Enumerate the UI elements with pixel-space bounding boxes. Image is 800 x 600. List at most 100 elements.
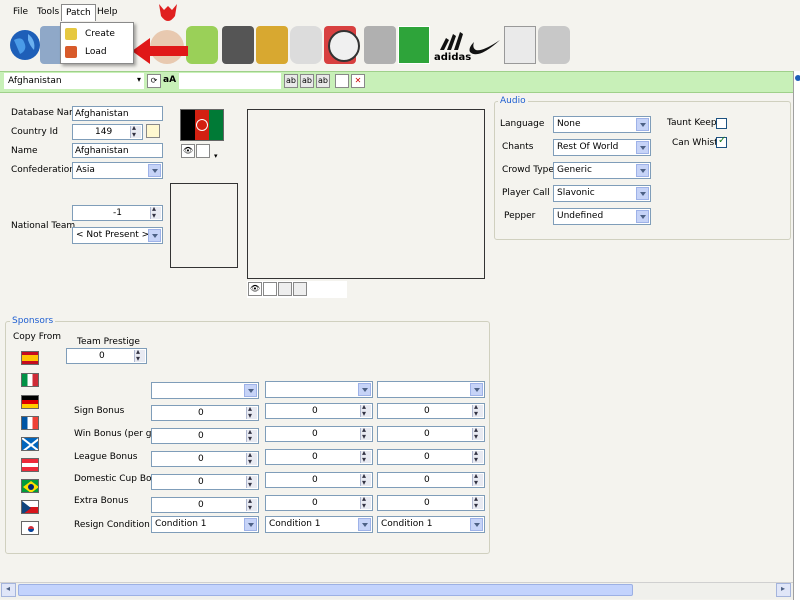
extra-bonus-stepper-1[interactable]: 0	[151, 496, 259, 513]
spin-buttons[interactable]	[246, 496, 257, 512]
new-doc-icon[interactable]	[335, 74, 349, 88]
menu-tools[interactable]: Tools	[33, 4, 63, 20]
national-team-select[interactable]: < Not Present >	[72, 227, 163, 244]
domestic-cup-bonus-stepper-1[interactable]: 0	[151, 473, 259, 490]
win-bonus-stepper-2[interactable]: 0	[265, 425, 373, 442]
spin-buttons[interactable]	[246, 404, 257, 420]
search-field[interactable]	[179, 73, 281, 89]
spin-buttons[interactable]	[360, 425, 371, 441]
adidas-icon[interactable]: adidas	[434, 30, 471, 64]
can-whistle-checkbox[interactable]	[716, 135, 727, 148]
country-id-stepper[interactable]: 149	[72, 123, 143, 140]
spin-buttons[interactable]	[472, 471, 483, 487]
spin-buttons[interactable]	[246, 473, 257, 489]
spin-buttons[interactable]	[134, 347, 145, 363]
scotland-flag-icon[interactable]	[21, 437, 39, 451]
globe-icon[interactable]	[8, 28, 42, 62]
import-image-icon[interactable]	[263, 282, 277, 296]
spin-buttons[interactable]	[130, 123, 141, 139]
france-flag-icon[interactable]	[21, 416, 39, 430]
spin-buttons[interactable]	[246, 427, 257, 443]
germany-flag-icon[interactable]	[21, 395, 39, 409]
import-image-icon[interactable]	[196, 144, 210, 158]
sign-bonus-stepper-2[interactable]: 0	[265, 402, 373, 419]
national-team-id-stepper[interactable]: -1	[72, 204, 163, 221]
korea-flag-icon[interactable]	[21, 521, 39, 535]
name-field[interactable]: Afghanistan	[72, 143, 163, 158]
right-side-panel[interactable]	[793, 71, 800, 600]
rename-icon[interactable]: ⟳	[147, 74, 161, 88]
spain-flag-icon[interactable]	[21, 351, 39, 365]
language-select[interactable]: None	[553, 116, 651, 133]
ball-icon[interactable]	[328, 30, 360, 62]
menu-patch[interactable]: Patch	[61, 4, 96, 21]
league-bonus-stepper-3[interactable]: 0	[377, 448, 485, 465]
pitch-icon[interactable]	[398, 26, 430, 64]
sponsor-select-1[interactable]	[151, 382, 259, 399]
spin-buttons[interactable]	[246, 450, 257, 466]
view-icon[interactable]: 👁	[181, 144, 195, 158]
red-figure-icon[interactable]	[155, 2, 181, 28]
delete-doc-icon[interactable]: ✕	[351, 74, 365, 88]
chants-select[interactable]: Rest Of World	[553, 139, 651, 156]
sponsor-select-2[interactable]	[265, 381, 373, 398]
menu-file[interactable]: File	[9, 4, 32, 20]
view-icon[interactable]: 👁	[248, 282, 262, 296]
domestic-cup-bonus-stepper-2[interactable]: 0	[265, 471, 373, 488]
extra-bonus-stepper-3[interactable]: 0	[377, 494, 485, 511]
menu-help[interactable]: Help	[93, 4, 122, 20]
database-name-field[interactable]: Afghanistan	[72, 106, 163, 121]
collapse-icon[interactable]	[795, 75, 800, 81]
resign-condition-select-1[interactable]: Condition 1	[151, 516, 259, 533]
gamepad-icon[interactable]	[290, 26, 322, 64]
taunt-keeper-checkbox[interactable]	[716, 118, 727, 129]
abc-icon-1[interactable]: ab	[284, 74, 298, 88]
team-prestige-stepper[interactable]: 0	[66, 347, 147, 364]
czech-flag-icon[interactable]	[21, 500, 39, 514]
domestic-cup-bonus-stepper-3[interactable]: 0	[377, 471, 485, 488]
spin-buttons[interactable]	[472, 425, 483, 441]
spin-buttons[interactable]	[360, 494, 371, 510]
gauge-icon[interactable]	[186, 26, 218, 64]
spin-buttons[interactable]	[150, 204, 161, 220]
scroll-left-button[interactable]: ◂	[1, 583, 16, 597]
brazil-flag-icon[interactable]	[21, 479, 39, 493]
note-icon[interactable]	[146, 124, 160, 138]
spin-buttons[interactable]	[360, 448, 371, 464]
trophies-icon[interactable]	[256, 26, 288, 64]
league-bonus-stepper-2[interactable]: 0	[265, 448, 373, 465]
more-chevron-icon[interactable]: ▾	[214, 152, 218, 160]
pepper-select[interactable]: Undefined	[553, 208, 651, 225]
sign-bonus-stepper-1[interactable]: 0	[151, 404, 259, 421]
sponsor-select-3[interactable]	[377, 381, 485, 398]
win-bonus-stepper-3[interactable]: 0	[377, 425, 485, 442]
crowd-type-select[interactable]: Generic	[553, 162, 651, 179]
export-image-icon[interactable]	[278, 282, 292, 296]
player-call-select[interactable]: Slavonic	[553, 185, 651, 202]
goalkeeper-glove-icon[interactable]	[538, 26, 570, 64]
spin-buttons[interactable]	[472, 402, 483, 418]
spin-buttons[interactable]	[360, 471, 371, 487]
spin-buttons[interactable]	[472, 494, 483, 510]
spin-buttons[interactable]	[360, 402, 371, 418]
delete-image-icon[interactable]	[293, 282, 307, 296]
boot-icon[interactable]	[364, 26, 396, 64]
nike-icon[interactable]	[468, 30, 502, 62]
spin-buttons[interactable]	[472, 448, 483, 464]
coach-icon[interactable]	[222, 26, 254, 64]
league-bonus-stepper-1[interactable]: 0	[151, 450, 259, 467]
austria-flag-icon[interactable]	[21, 458, 39, 472]
abc-icon-2[interactable]: ab	[300, 74, 314, 88]
extra-bonus-stepper-2[interactable]: 0	[265, 494, 373, 511]
abc-icon-3[interactable]: ab	[316, 74, 330, 88]
resign-condition-select-3[interactable]: Condition 1	[377, 516, 485, 533]
scroll-right-button[interactable]: ▸	[776, 583, 791, 597]
newspaper-icon[interactable]	[504, 26, 536, 64]
patch-load-item[interactable]: Load	[65, 43, 129, 61]
country-selector[interactable]: Afghanistan ▾	[4, 73, 144, 89]
sign-bonus-stepper-3[interactable]: 0	[377, 402, 485, 419]
confederation-select[interactable]: Asia	[72, 162, 163, 179]
patch-create-item[interactable]: Create	[65, 25, 129, 43]
italy-flag-icon[interactable]	[21, 373, 39, 387]
resign-condition-select-2[interactable]: Condition 1	[265, 516, 373, 533]
